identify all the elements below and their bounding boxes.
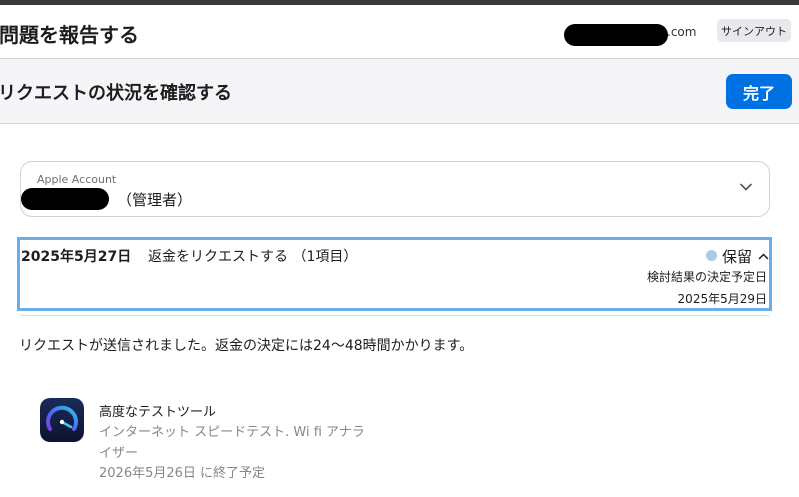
apple-account-label: Apple Account: [37, 173, 117, 186]
account-role: （管理者）: [117, 191, 193, 209]
request-description: 返金をリクエストする （1項目）: [148, 249, 358, 265]
confirmation-message: リクエストが送信されました。返金の決定には24〜48時間かかります。: [19, 338, 474, 354]
divider: [20, 315, 770, 316]
app-subtitle-line2: イザー: [99, 446, 139, 461]
status-dot-icon: [706, 250, 717, 261]
redacted-account-email: [564, 24, 668, 46]
page-header: 問題を報告する .com サインアウト: [0, 5, 799, 58]
done-button[interactable]: 完了: [726, 74, 792, 109]
request-date: 2025年5月27日: [21, 249, 132, 265]
request-card[interactable]: 2025年5月27日 返金をリクエストする （1項目） 保留 検討結果の決定予定…: [17, 237, 772, 311]
decision-date: 2025年5月29日: [677, 292, 767, 306]
apple-account-select[interactable]: Apple Account （管理者）: [20, 161, 770, 217]
speedometer-app-icon: [40, 398, 84, 442]
page-title: 問題を報告する: [0, 23, 139, 47]
subscription-expiry: 2026年5月26日 に終了予定: [99, 466, 266, 481]
section-title: リクエストの状況を確認する: [0, 83, 232, 104]
chevron-down-icon: [740, 183, 752, 191]
redacted-account-name: [21, 188, 109, 210]
chevron-up-icon[interactable]: [758, 251, 769, 262]
signout-button[interactable]: サインアウト: [717, 19, 791, 42]
decision-date-label: 検討結果の決定予定日: [646, 270, 767, 284]
account-email-domain: .com: [667, 25, 697, 39]
app-subtitle-line1: インターネット スピードテスト. Wi ﬁ アナラ: [99, 425, 365, 440]
app-title: 高度なテストツール: [99, 405, 217, 420]
subheader-bar: リクエストの状況を確認する 完了: [0, 58, 799, 124]
status-badge: 保留: [722, 248, 753, 266]
